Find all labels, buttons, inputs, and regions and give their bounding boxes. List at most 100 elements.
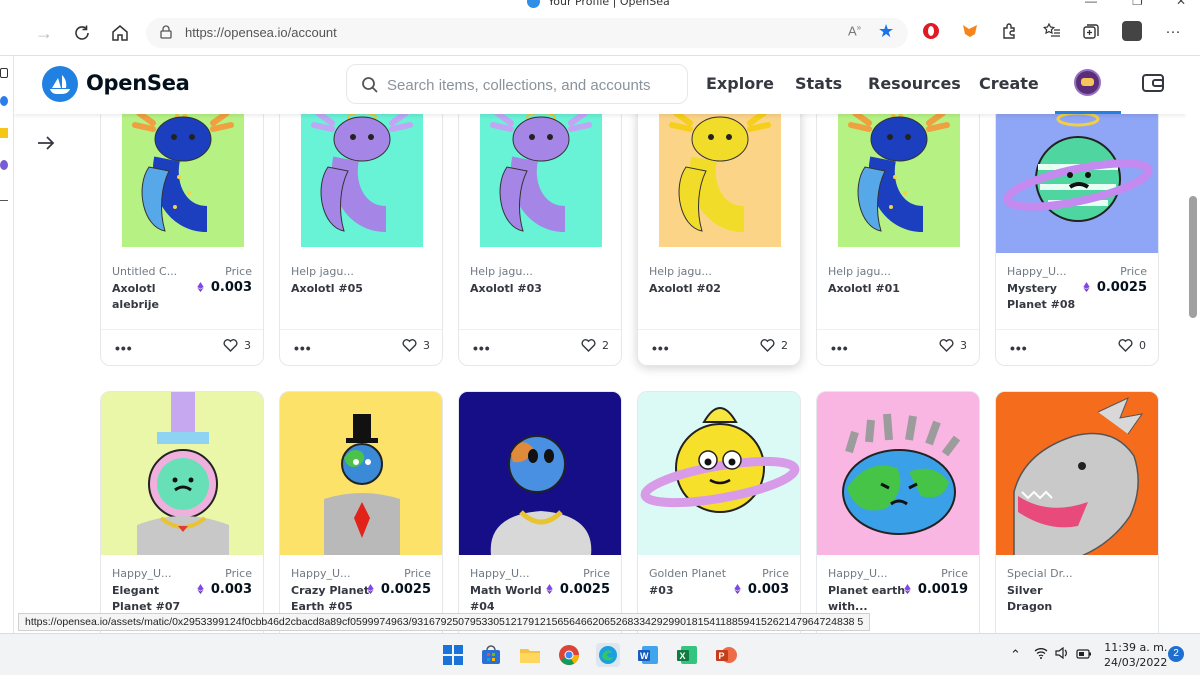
nft-card[interactable]: Happy_U... Elegant Planet #07 Price 0.003: [100, 391, 264, 640]
home-icon[interactable]: [108, 21, 132, 45]
nft-card[interactable]: Happy_U... Crazy Planet Earth #05 Price 0.00…: [279, 391, 443, 640]
like-button[interactable]: 2: [760, 339, 788, 352]
nft-card[interactable]: Help jagu... Axolotl #03 ••• 2: [458, 106, 622, 366]
more-options-icon[interactable]: •••: [831, 340, 849, 356]
brand-name[interactable]: OpenSea: [86, 71, 190, 95]
opensea-logo-icon[interactable]: [42, 66, 78, 102]
nav-explore[interactable]: Explore: [706, 74, 774, 93]
nft-image[interactable]: [817, 107, 979, 253]
collection-name[interactable]: Golden Planet: [649, 567, 726, 580]
nft-card[interactable]: Happy_U... Math World #04 Price 0.0025: [458, 391, 622, 640]
nft-image[interactable]: [459, 392, 621, 555]
sidebar-tools-icon[interactable]: [0, 160, 8, 170]
like-button[interactable]: 3: [223, 339, 251, 352]
nft-name[interactable]: Axolotl #02: [649, 281, 729, 297]
close-window-button[interactable]: ✕: [1176, 0, 1186, 8]
nft-image[interactable]: [101, 107, 263, 253]
nav-create[interactable]: Create: [979, 74, 1039, 93]
nft-name[interactable]: Math World #04: [470, 583, 550, 615]
url-text[interactable]: https://opensea.io/account: [185, 25, 337, 40]
collection-name[interactable]: Happy_U...: [828, 567, 888, 580]
nft-card[interactable]: Help jagu... Axolotl #05 ••• 3: [279, 106, 443, 366]
chevron-up-icon[interactable]: ⌃: [1010, 647, 1021, 663]
excel-icon[interactable]: X: [675, 643, 699, 667]
powerpoint-icon[interactable]: P: [714, 643, 738, 667]
minimize-button[interactable]: —: [1085, 0, 1097, 8]
nft-image[interactable]: [638, 107, 800, 253]
nft-card[interactable]: Help jagu... Axolotl #01 ••• 3: [816, 106, 980, 366]
word-icon[interactable]: W: [636, 643, 660, 667]
nft-image[interactable]: [280, 392, 442, 555]
sidebar-shopping-icon[interactable]: [0, 128, 8, 138]
wallet-icon[interactable]: [1141, 71, 1165, 95]
collection-name[interactable]: Happy_U...: [112, 567, 172, 580]
more-options-icon[interactable]: •••: [473, 340, 491, 356]
nft-name[interactable]: Axolotl #01: [828, 281, 908, 297]
avatar[interactable]: [1074, 69, 1101, 96]
nft-card[interactable]: Happy_U... Planet earth with... Price 0.0019: [816, 391, 980, 640]
nft-image[interactable]: [817, 392, 979, 555]
nft-image[interactable]: [101, 392, 263, 555]
nft-card[interactable]: Special Dr... Silver Dragon: [995, 391, 1159, 640]
like-button[interactable]: 0: [1118, 339, 1146, 352]
nav-stats[interactable]: Stats: [795, 74, 842, 93]
extensions-icon[interactable]: [1000, 22, 1018, 40]
collection-name[interactable]: Happy_U...: [291, 567, 351, 580]
more-options-icon[interactable]: •••: [115, 340, 133, 356]
like-button[interactable]: 3: [939, 339, 967, 352]
profile-menu[interactable]: [1055, 56, 1121, 114]
nft-name[interactable]: Axolotl #03: [470, 281, 550, 297]
nft-name[interactable]: Elegant Planet #07: [112, 583, 192, 615]
nft-image[interactable]: [459, 107, 621, 253]
favorites-list-icon[interactable]: [1043, 22, 1061, 40]
nft-card[interactable]: Happy_U... Mystery Planet #08 Price 0.0025 ••…: [995, 106, 1159, 366]
volume-icon[interactable]: [1055, 646, 1069, 662]
nft-name[interactable]: Mystery Planet #08: [1007, 281, 1087, 313]
expand-filter-arrow-icon[interactable]: [36, 135, 56, 151]
like-button[interactable]: 3: [402, 339, 430, 352]
collection-name[interactable]: Help jagu...: [291, 265, 354, 278]
collections-icon[interactable]: [1082, 22, 1100, 40]
collection-name[interactable]: Happy_U...: [1007, 265, 1067, 278]
read-aloud-icon[interactable]: A»: [848, 23, 861, 38]
nft-name[interactable]: Planet earth with...: [828, 583, 908, 615]
collection-name[interactable]: Help jagu...: [828, 265, 891, 278]
collection-name[interactable]: Untitled C...: [112, 265, 177, 278]
nft-card[interactable]: Golden Planet #03 Price 0.003: [637, 391, 801, 640]
nft-image[interactable]: [996, 392, 1158, 555]
tab-actions-icon[interactable]: [0, 68, 8, 78]
address-bar[interactable]: https://opensea.io/account A» ★: [146, 18, 908, 48]
more-menu-icon[interactable]: ···: [1164, 22, 1182, 40]
nft-card[interactable]: Untitled C... Axolotl alebrije Price 0.003 ••…: [100, 106, 264, 366]
restore-button[interactable]: ❐: [1132, 0, 1143, 8]
nft-name[interactable]: #03: [649, 583, 729, 599]
collection-name[interactable]: Special Dr...: [1007, 567, 1073, 580]
search-input[interactable]: [387, 74, 677, 96]
collection-name[interactable]: Help jagu...: [649, 265, 712, 278]
store-icon[interactable]: [479, 643, 503, 667]
edge-icon[interactable]: [596, 643, 620, 667]
more-options-icon[interactable]: •••: [294, 340, 312, 356]
battery-icon[interactable]: [1076, 647, 1092, 662]
more-options-icon[interactable]: •••: [652, 340, 670, 356]
collection-name[interactable]: Help jagu...: [470, 265, 533, 278]
search-box[interactable]: [346, 64, 688, 104]
profile-avatar-icon[interactable]: [1122, 21, 1142, 41]
system-clock[interactable]: 11:39 a. m. 24/03/2022: [1104, 640, 1167, 670]
nft-name[interactable]: Silver Dragon: [1007, 583, 1087, 615]
nft-name[interactable]: Axolotl alebrije: [112, 281, 192, 313]
opera-extension-icon[interactable]: [922, 22, 940, 40]
nft-card[interactable]: Help jagu... Axolotl #02 ••• 2: [637, 106, 801, 366]
nft-image[interactable]: [638, 392, 800, 555]
wifi-icon[interactable]: [1034, 647, 1048, 662]
nft-name[interactable]: Crazy Planet Earth #05: [291, 583, 371, 615]
refresh-icon[interactable]: [70, 21, 94, 45]
file-explorer-icon[interactable]: [518, 643, 542, 667]
scrollbar-thumb[interactable]: [1189, 196, 1197, 318]
nft-image[interactable]: [280, 107, 442, 253]
more-options-icon[interactable]: •••: [1010, 340, 1028, 356]
collection-name[interactable]: Happy_U...: [470, 567, 530, 580]
like-button[interactable]: 2: [581, 339, 609, 352]
sidebar-edge-icon[interactable]: [0, 96, 8, 106]
nft-image[interactable]: [996, 107, 1158, 253]
